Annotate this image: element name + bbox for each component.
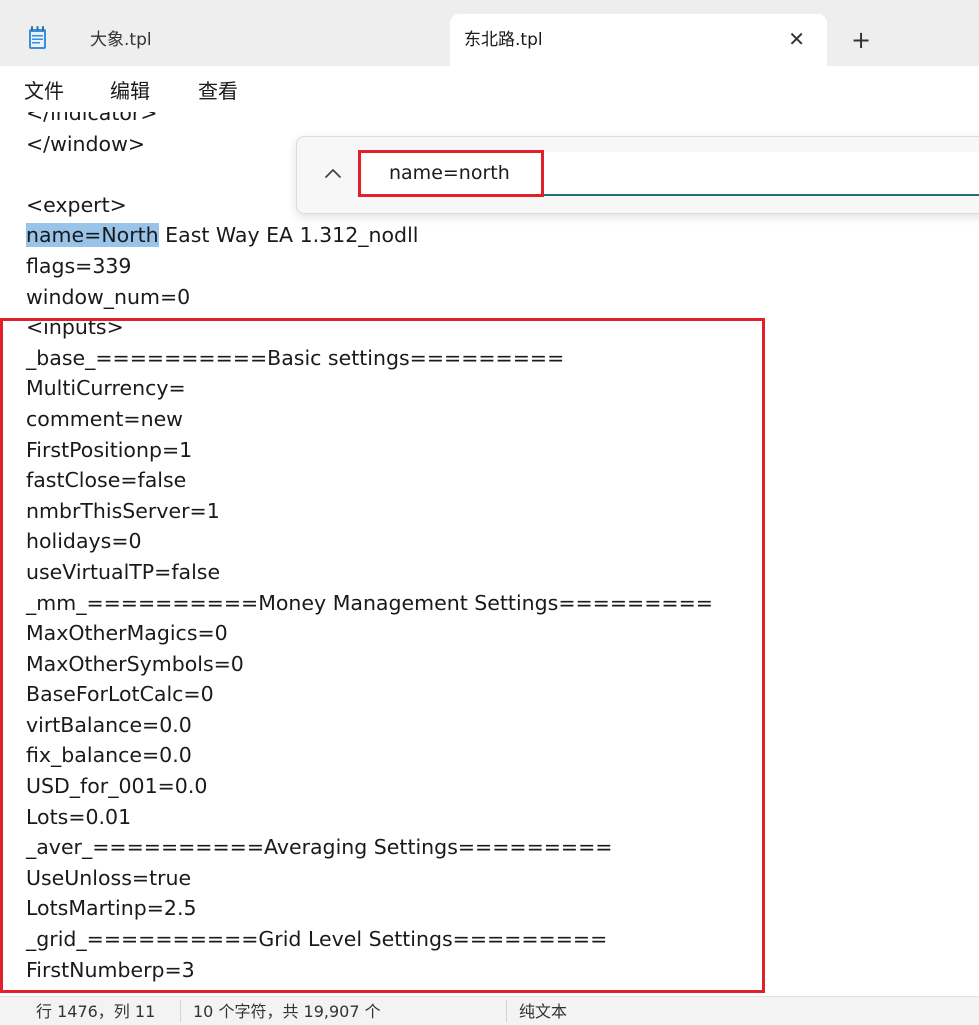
notepad-icon <box>29 26 46 49</box>
tab-elephant[interactable]: 大象.tpl <box>70 14 440 66</box>
text-editor[interactable]: </indicator> </window> <expert> name=Nor… <box>0 112 979 996</box>
editor-line: _grid_==========Grid Level Settings=====… <box>26 927 608 952</box>
tab-bar: 大象.tpl 东北路.tpl ✕ + <box>0 0 979 66</box>
editor-line: FirstNumberp=3 <box>26 957 195 982</box>
editor-line: fix_balance=0.0 <box>26 743 192 768</box>
editor-line: fastClose=false <box>26 468 187 493</box>
find-input[interactable] <box>363 152 979 196</box>
editor-line: comment=new <box>26 406 183 431</box>
editor-line: MultiCurrency= <box>26 376 186 401</box>
editor-line: <inputs> <box>26 315 124 340</box>
editor-line: Lots=0.01 <box>26 804 132 829</box>
tab-northeast-road[interactable]: 东北路.tpl ✕ <box>450 14 827 66</box>
cursor-position: 行 1476，列 11 <box>36 1002 156 1021</box>
text-format: 纯文本 <box>519 1002 568 1021</box>
status-divider <box>506 1000 507 1022</box>
editor-line: virtBalance=0.0 <box>26 712 192 737</box>
editor-line: BaseForLotCalc=0 <box>26 682 214 707</box>
editor-line: FirstPositionp=1 <box>26 437 193 462</box>
menu-file[interactable]: 文件 <box>24 76 64 106</box>
editor-line: MaxOtherSymbols=0 <box>26 651 244 676</box>
editor-line-match: name=North East Way EA 1.312_nodll <box>26 220 713 251</box>
menu-view[interactable]: 查看 <box>198 76 238 106</box>
editor-line: </indicator> <box>26 112 158 125</box>
search-match-highlight: name=North <box>26 223 159 248</box>
editor-line: nmbrThisServer=1 <box>26 498 220 523</box>
tab-label: 大象.tpl <box>90 30 152 50</box>
match-line-rest: East Way EA 1.312_nodll <box>158 223 419 248</box>
menu-edit[interactable]: 编辑 <box>110 76 150 106</box>
editor-line: MaxOtherMagics=0 <box>26 621 228 646</box>
plus-icon[interactable]: + <box>846 26 876 56</box>
close-icon[interactable]: ✕ <box>788 14 805 64</box>
editor-line: _base_==========Basic settings========= <box>26 345 565 370</box>
status-divider <box>180 1000 181 1022</box>
editor-line: USD_for_001=0.0 <box>26 774 208 799</box>
editor-line: UseUnloss=true <box>26 865 192 890</box>
editor-line: holidays=0 <box>26 529 142 554</box>
status-bar: 行 1476，列 11 10 个字符，共 19,907 个 纯文本 <box>0 996 979 1025</box>
menu-bar: 文件 编辑 查看 <box>0 66 979 116</box>
chevron-up-icon[interactable] <box>319 159 347 187</box>
selection-count: 10 个字符，共 19,907 个 <box>193 1002 381 1021</box>
editor-line: LotsMartinp=2.5 <box>26 896 197 921</box>
editor-line: flags=339 <box>26 253 132 278</box>
editor-line: useVirtualTP=false <box>26 559 221 584</box>
find-bar <box>296 136 979 214</box>
editor-lines: </indicator> </window> <expert> name=Nor… <box>26 112 713 985</box>
editor-line: window_num=0 <box>26 284 191 309</box>
editor-line: _aver_==========Averaging Settings======… <box>26 835 613 860</box>
editor-line: _mm_==========Money Management Settings=… <box>26 590 713 615</box>
tab-label: 东北路.tpl <box>464 30 543 50</box>
